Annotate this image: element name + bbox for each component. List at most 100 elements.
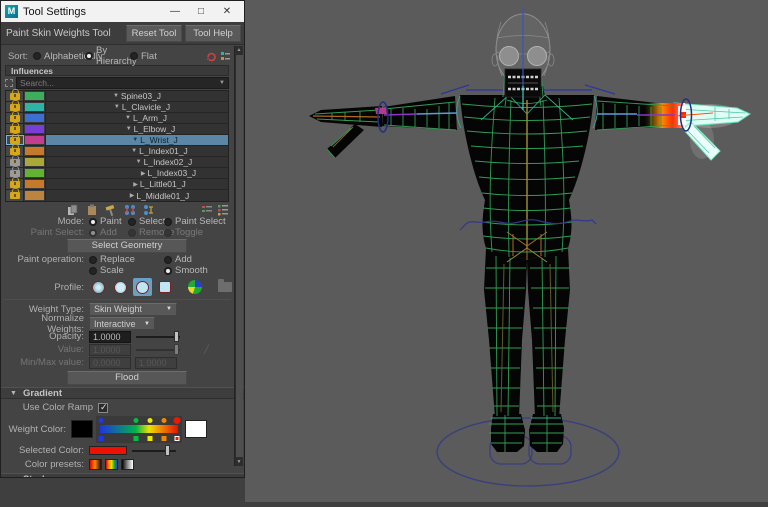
ramp-gradient-bar[interactable] [100, 424, 178, 433]
character-model[interactable] [245, 0, 768, 502]
sort-option-by-hierarchy[interactable]: By Hierarchy [85, 45, 137, 67]
influence-row-elbow[interactable]: ▼ L_Elbow_J [6, 121, 228, 135]
mode-paint-select[interactable]: Paint Select [164, 216, 226, 227]
show-selected-list-icon[interactable] [201, 204, 213, 216]
influence-color-swatch[interactable] [24, 113, 46, 123]
tool-help-button[interactable]: Tool Help [185, 24, 241, 42]
influence-color-swatch[interactable] [24, 102, 46, 112]
paint-op-smooth[interactable]: Smooth [164, 265, 208, 276]
influence-row-middle01[interactable]: ▶ L_Middle01_J [6, 188, 228, 201]
color-preset-rainbow[interactable] [105, 459, 118, 470]
ramp-stop-square-selected[interactable] [174, 435, 180, 441]
3d-viewport[interactable] [245, 0, 768, 502]
weight-type-dropdown[interactable]: Skin Weight ▼ [89, 302, 177, 316]
ramp-stop-square[interactable] [133, 435, 139, 441]
brush-profile-image-icon[interactable] [185, 278, 204, 296]
ramp-stop-square[interactable] [161, 435, 167, 441]
brush-profile-hard-selected[interactable] [133, 278, 152, 296]
ramp-stop-dot[interactable] [133, 417, 139, 423]
ramp-right-swatch[interactable] [185, 420, 207, 438]
influence-color-swatch[interactable] [24, 157, 46, 167]
ramp-stop-dot[interactable] [147, 417, 153, 423]
use-color-ramp-checkbox[interactable] [98, 402, 108, 413]
paste-weights-icon[interactable] [86, 204, 98, 216]
browse-profile-folder-icon[interactable] [215, 278, 234, 296]
copy-weights-icon[interactable] [67, 204, 79, 216]
opacity-field[interactable]: 1.0000 [89, 330, 131, 343]
show-hierarchy-list-icon[interactable] [217, 204, 229, 216]
sort-option-flat[interactable]: Flat [130, 51, 157, 62]
move-weights-icon[interactable] [124, 204, 136, 216]
influence-color-swatch[interactable] [24, 124, 46, 134]
ramp-left-swatch[interactable] [71, 420, 93, 438]
chevron-down-icon: ▼ [166, 306, 172, 312]
flood-button[interactable]: Flood [67, 371, 187, 385]
brush-profile-soft[interactable] [89, 278, 108, 296]
reset-tool-button[interactable]: Reset Tool [126, 24, 182, 42]
ground-control-circle[interactable] [436, 417, 620, 487]
filter-icon[interactable] [5, 79, 13, 87]
mode-select[interactable]: Select [128, 216, 165, 227]
influence-row-little01[interactable]: ▶ L_Little01_J [6, 176, 228, 190]
influence-color-swatch[interactable] [24, 146, 46, 156]
close-button[interactable]: ✕ [214, 2, 240, 22]
maximize-button[interactable]: □ [188, 2, 214, 22]
influence-color-swatch[interactable] [24, 190, 46, 201]
swap-influences-icon[interactable] [143, 204, 155, 216]
brush-profile-square[interactable] [155, 278, 174, 296]
mode-paint[interactable]: Paint [89, 216, 128, 227]
influence-row-wrist-selected[interactable]: ▼ L_Wrist_J [6, 132, 228, 146]
character-mesh[interactable] [309, 86, 674, 452]
minimize-button[interactable]: — [162, 2, 188, 22]
influence-row-index01[interactable]: ▼ L_Index01_J [6, 143, 228, 157]
weight-color-ramp[interactable] [96, 415, 182, 443]
opacity-slider[interactable] [136, 331, 180, 342]
influence-list-view-icon[interactable] [220, 51, 231, 62]
stroke-section-header[interactable]: ▼Stroke [1, 473, 244, 477]
weight-hammer-icon[interactable] [105, 204, 117, 216]
ramp-stop-square[interactable] [147, 435, 153, 441]
influence-row-spine03[interactable]: ▼ Spine03_J [6, 88, 228, 102]
gradient-section-header[interactable]: ▼ Gradient [1, 387, 244, 399]
lock-toggle[interactable] [6, 188, 24, 201]
ramp-stop-dot[interactable] [98, 417, 104, 423]
influence-color-swatch[interactable] [24, 135, 46, 145]
paint-select-remove[interactable]: Remove [128, 227, 174, 238]
scrollbar-thumb [235, 55, 243, 457]
search-dropdown-icon[interactable]: ▼ [219, 80, 225, 86]
ramp-stop-dot[interactable] [161, 417, 167, 423]
normalize-weights-dropdown[interactable]: Interactive ▼ [89, 317, 155, 330]
influence-color-swatch[interactable] [24, 91, 46, 101]
vertical-scrollbar[interactable]: ▲ ▼ [234, 46, 243, 466]
paint-select-toggle[interactable]: Toggle [164, 227, 203, 238]
select-geometry-button[interactable]: Select Geometry [67, 239, 187, 253]
influence-row-index03[interactable]: ▶ L_Index03_J [6, 165, 228, 179]
color-preset-heat[interactable] [89, 459, 102, 470]
sort-option-alphabetically[interactable]: Alphabetically [33, 51, 103, 62]
paint-op-replace[interactable]: Replace [89, 254, 164, 265]
paint-op-add[interactable]: Add [164, 254, 192, 265]
influence-search-input[interactable]: Search... ▼ [16, 77, 229, 89]
selected-color-swatch[interactable] [89, 446, 127, 455]
min-value-field[interactable]: 0.0000 [89, 356, 131, 369]
max-value-field[interactable]: 1.0000 [135, 356, 177, 369]
ramp-stop-square[interactable] [98, 435, 104, 441]
selected-color-slider[interactable] [132, 445, 176, 456]
paint-select-add[interactable]: Add [89, 227, 128, 238]
influence-color-swatch[interactable] [24, 179, 46, 189]
influence-row-arm[interactable]: ▼ L_Arm_J [6, 110, 228, 124]
refresh-sort-icon[interactable] [206, 51, 217, 62]
influence-row-index02[interactable]: ▼ L_Index02_J [6, 154, 228, 168]
influence-row-clavicle[interactable]: ▼ L_Clavicle_J [6, 99, 228, 113]
paint-op-scale[interactable]: Scale [89, 265, 164, 276]
window-titlebar[interactable]: M Tool Settings — □ ✕ [1, 1, 244, 22]
value-slider[interactable] [136, 344, 180, 355]
brush-profile-medium[interactable] [111, 278, 130, 296]
ramp-stop-dot-selected[interactable] [173, 416, 181, 424]
value-field[interactable]: 1.0000 [89, 343, 131, 356]
value-marker-icon[interactable]: ╱ [204, 345, 209, 354]
mode-label: Mode: [57, 216, 84, 227]
chevron-down-icon: ▼ [144, 320, 150, 327]
influence-color-swatch[interactable] [24, 168, 46, 178]
color-preset-grayscale[interactable] [121, 459, 134, 470]
